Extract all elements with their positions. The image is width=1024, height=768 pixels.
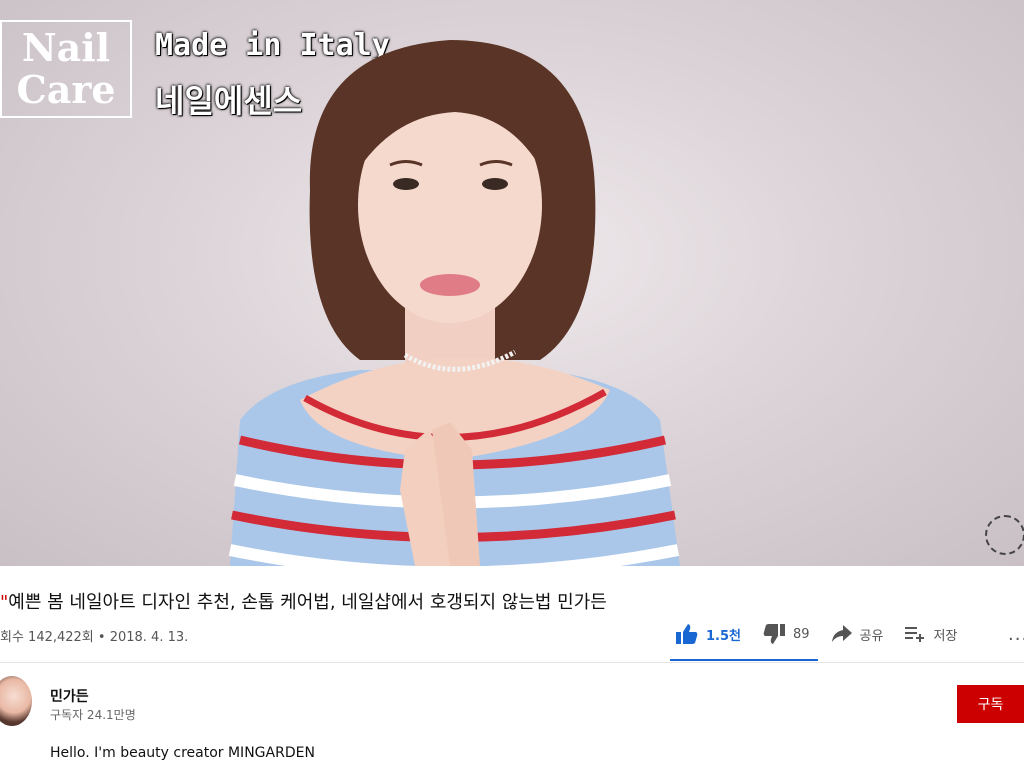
subscriber-count: 구독자 24.1만명 [50, 708, 136, 722]
like-ratio-bar [670, 659, 818, 661]
dislike-count: 89 [793, 626, 810, 642]
dislike-button[interactable]: 89 [763, 624, 810, 644]
thumbs-down-icon [763, 624, 785, 644]
save-label: 저장 [933, 628, 958, 644]
channel-watermark-icon[interactable] [985, 515, 1024, 555]
playlist-add-icon [905, 627, 925, 642]
like-count: 1.5천 [706, 628, 741, 644]
share-icon [831, 625, 852, 642]
presenter-figure [228, 40, 680, 566]
action-bar: 1.5천 89 공유 저장 [676, 620, 979, 648]
share-button[interactable]: 공유 [831, 625, 884, 644]
overlay-box-line1: Nail [21, 25, 111, 70]
like-button[interactable]: 1.5천 [676, 624, 741, 644]
overlay-title-box: Nail Care [0, 20, 132, 118]
more-actions-button[interactable]: ... [1008, 624, 1024, 645]
overlay-box-line2: Care [16, 67, 116, 112]
share-label: 공유 [859, 628, 884, 644]
video-title: "예쁜 봄 네일아트 디자인 추천, 손톱 케어법, 네일샵에서 호갱되지 않는… [0, 588, 607, 614]
title-text: 예쁜 봄 네일아트 디자인 추천, 손톱 케어법, 네일샵에서 호갱되지 않는법… [8, 592, 607, 613]
video-player[interactable]: Nail Care Made in Italy 네일에센스 [0, 0, 1024, 566]
subscribe-button[interactable]: 구독 [957, 685, 1024, 723]
channel-name[interactable]: 민가든 [50, 686, 89, 706]
channel-avatar[interactable] [0, 676, 32, 726]
view-count-date: 회수 142,422회 • 2018. 4. 13. [0, 630, 189, 645]
description-text: Hello. I'm beauty creator MINGARDEN [50, 745, 315, 761]
divider [0, 662, 1024, 663]
save-button[interactable]: 저장 [905, 625, 957, 644]
thumbs-up-icon [676, 624, 698, 644]
